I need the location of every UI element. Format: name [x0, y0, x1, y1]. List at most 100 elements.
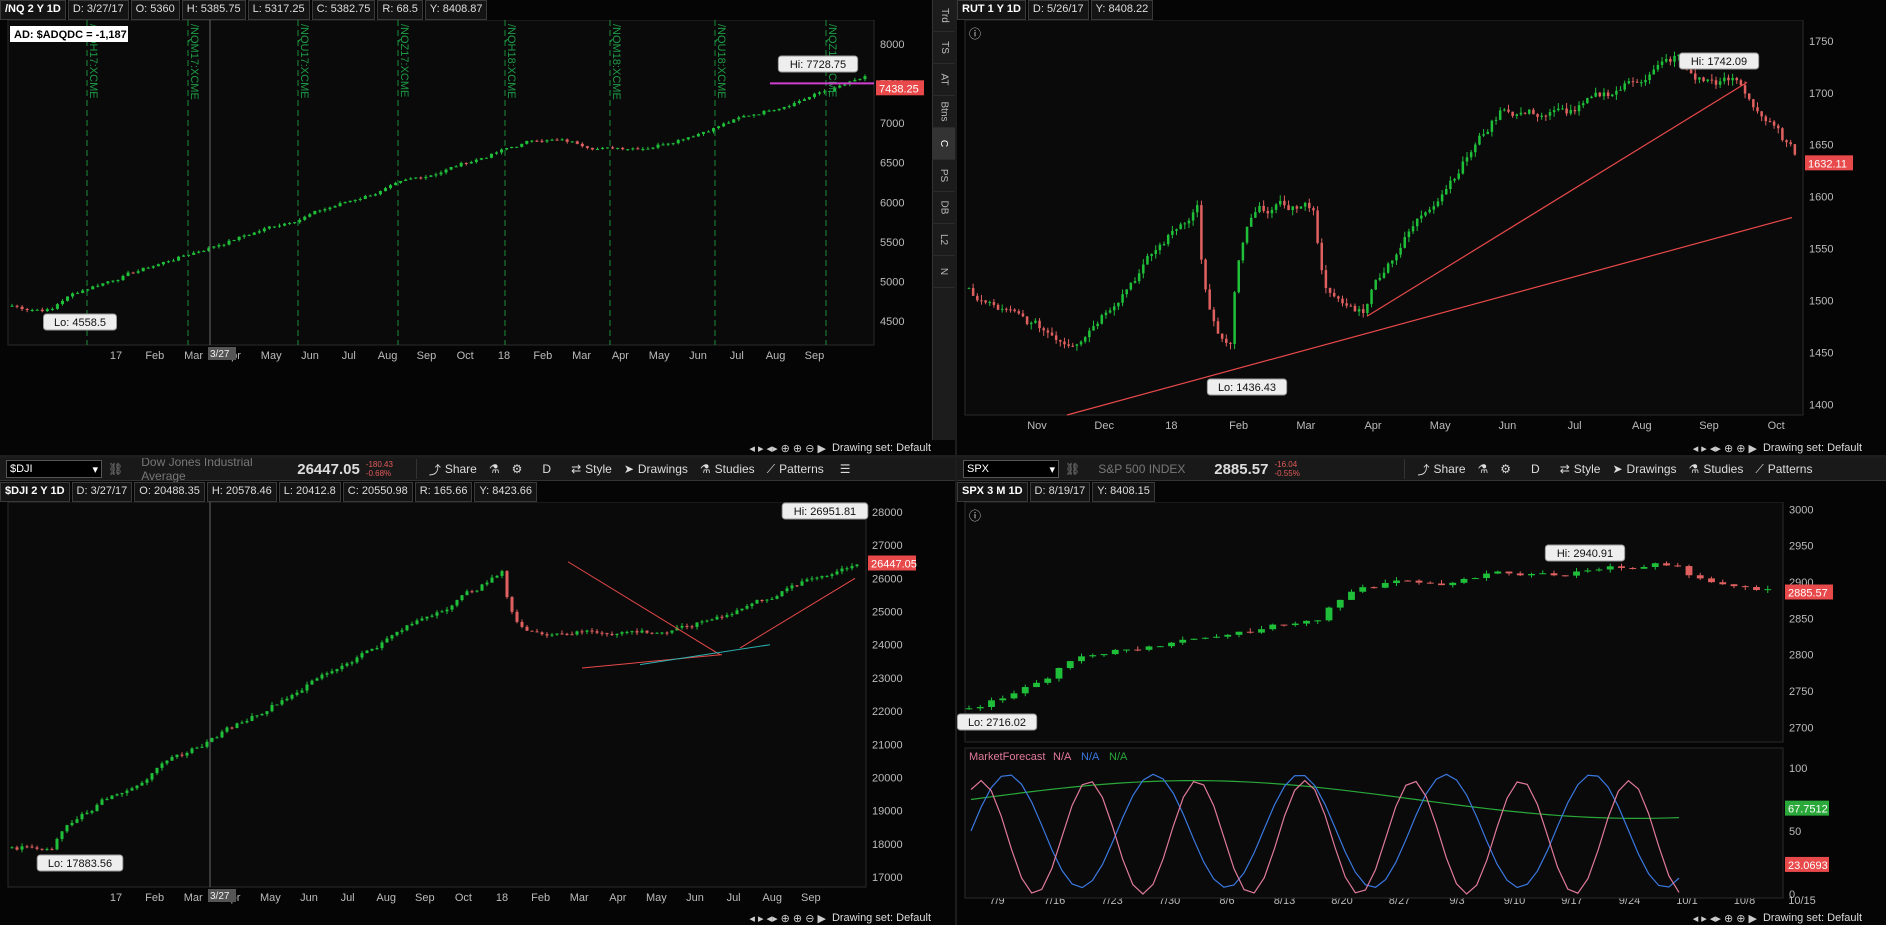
- symbol-label[interactable]: $DJI 2 Y 1D: [0, 482, 70, 502]
- side-tab-ts[interactable]: TS: [933, 32, 955, 64]
- candle-body: [126, 272, 130, 276]
- side-tab-ps[interactable]: PS: [933, 160, 955, 192]
- low-label: Lo: 2716.02: [968, 717, 1026, 729]
- y-tick-label: 28000: [872, 507, 903, 519]
- drawing-set-label[interactable]: Drawing set: Default: [832, 442, 931, 454]
- symbol-selector[interactable]: SPX ▾: [963, 460, 1059, 478]
- side-tab-btns[interactable]: Btns: [933, 96, 955, 128]
- nq-chart[interactable]: 8000750070006500600055005000450017FebMar…: [0, 20, 930, 440]
- candle-body: [1550, 573, 1558, 576]
- y-tick-label: 26000: [872, 573, 903, 585]
- nav-icons[interactable]: ◂ ▸ ◂▸ ⊕ ⊕ ▶: [1693, 442, 1757, 455]
- dji-chart[interactable]: 28000 27000 26000 25000 24000 23000 22000 21000…: [0, 502, 930, 910]
- candle-body: [505, 148, 509, 150]
- candle-body: [293, 222, 297, 224]
- drawing-set-label[interactable]: Drawing set: Default: [832, 912, 931, 924]
- flask-button[interactable]: ⚗: [489, 462, 500, 476]
- candle-body: [1403, 237, 1407, 248]
- drawings-button[interactable]: ➤ Drawings: [1612, 462, 1676, 476]
- patterns-button[interactable]: ⟋ Patterns: [767, 462, 824, 477]
- candle-body: [1050, 332, 1054, 336]
- settings-button[interactable]: ⚙: [1500, 462, 1511, 476]
- candle-body: [520, 621, 524, 627]
- settings-button[interactable]: ⚙: [512, 462, 523, 476]
- symbol-selector[interactable]: $DJI ▾: [6, 460, 102, 478]
- price-tag-label: 2885.57: [1788, 587, 1828, 599]
- drawings-button[interactable]: ➤ Drawings: [624, 462, 688, 476]
- y-tick-label: 2700: [1789, 722, 1813, 734]
- candle-body: [1453, 178, 1456, 181]
- symbol-label[interactable]: /NQ 2 Y 1D: [0, 0, 66, 20]
- aggregation-button[interactable]: D: [542, 462, 551, 476]
- candle-body: [1044, 678, 1052, 683]
- side-tab-at[interactable]: AT: [933, 64, 955, 96]
- side-tab-l2[interactable]: L2: [933, 224, 955, 256]
- candle-body: [645, 630, 649, 633]
- spx-chart[interactable]: 30002950290028502800275027007/9 7/16 7/23 7…: [957, 502, 1862, 910]
- share-button[interactable]: ⤴ Share: [1417, 461, 1465, 478]
- candle-body: [430, 615, 434, 617]
- candle-body: [20, 846, 24, 850]
- candle-body: [727, 122, 731, 124]
- drawings-label: Drawings: [637, 462, 688, 476]
- candle-body: [106, 281, 110, 284]
- link-icon[interactable]: ⛓: [1065, 462, 1080, 476]
- drawing-set-label[interactable]: Drawing set: Default: [1763, 912, 1862, 924]
- nav-icons[interactable]: ◂ ▸ ◂▸ ⊕ ⊕ ⊖ ▶: [749, 442, 826, 455]
- aggregation-button[interactable]: D: [1531, 462, 1540, 476]
- style-button[interactable]: ⇄ Style: [571, 462, 612, 476]
- patterns-button[interactable]: ⟋ Patterns: [1755, 462, 1812, 477]
- flask-button[interactable]: ⚗: [1478, 462, 1489, 476]
- candle-body: [1644, 79, 1647, 83]
- style-button[interactable]: ⇄ Style: [1560, 462, 1601, 476]
- symbol-label[interactable]: RUT 1 Y 1D: [957, 0, 1026, 20]
- candle-body: [1089, 655, 1097, 657]
- candle-body: [450, 605, 454, 610]
- candle-body: [195, 747, 199, 749]
- candle-body: [565, 633, 569, 635]
- studies-button[interactable]: ⚗ Studies: [1689, 462, 1744, 476]
- plot-area: [964, 20, 1804, 416]
- symbol-input[interactable]: $DJI: [10, 463, 33, 475]
- studies-button[interactable]: ⚗ Studies: [700, 462, 755, 476]
- x-tick-label: Apr: [612, 350, 629, 362]
- chevron-down-icon[interactable]: ▾: [1049, 463, 1055, 476]
- candle-body: [845, 568, 849, 570]
- y-tick-label: 5000: [880, 277, 904, 289]
- candle-body: [348, 200, 352, 203]
- flask-icon: ⚗: [699, 462, 711, 476]
- chevron-down-icon[interactable]: ▾: [92, 463, 98, 476]
- x-tick-label: May: [649, 350, 670, 362]
- side-tab-db[interactable]: DB: [933, 192, 955, 224]
- y-tick-label: 1700: [1809, 88, 1833, 100]
- candle-body: [1108, 310, 1112, 313]
- high-label: Hi: 26951.81: [794, 506, 856, 518]
- candle-body: [1527, 109, 1531, 114]
- candle-body: [1168, 642, 1175, 647]
- candle-body: [419, 177, 423, 179]
- side-tab-trd[interactable]: Trd: [933, 0, 955, 32]
- link-icon[interactable]: ⛓: [108, 462, 123, 476]
- menu-button[interactable]: ☰: [840, 462, 851, 476]
- x-tick-label: Feb: [1229, 420, 1248, 432]
- rut-chart[interactable]: 1750 1700 1650 1600 1550 1500 1450 1400 Nov Dec 18…: [957, 20, 1862, 440]
- candle-body: [96, 285, 100, 287]
- share-button[interactable]: ⤴ Share: [429, 461, 477, 478]
- instrument-name: Dow Jones Industrial Average: [141, 458, 253, 483]
- candle-body: [1096, 323, 1099, 327]
- candle-body: [1747, 93, 1751, 100]
- close-value: C: 5382.75: [311, 0, 376, 20]
- symbol-label[interactable]: SPX 3 M 1D: [957, 482, 1028, 502]
- nav-icons[interactable]: ◂ ▸ ◂▸ ⊕ ⊕ ⊖ ▶: [749, 912, 826, 925]
- drawing-set-label[interactable]: Drawing set: Default: [1763, 442, 1862, 454]
- symbol-input[interactable]: SPX: [967, 463, 989, 475]
- side-tab-c[interactable]: C: [933, 128, 955, 160]
- study-tag-green-label: 67.7512: [1788, 804, 1828, 816]
- nav-icons[interactable]: ◂ ▸ ◂▸ ⊕ ⊕ ▶: [1693, 912, 1757, 925]
- x-tick-label: Oct: [1768, 420, 1785, 432]
- side-tab-n[interactable]: N: [933, 256, 955, 288]
- price-tag-label: 7438.25: [879, 83, 919, 95]
- candle-body: [155, 767, 159, 774]
- candle-body: [300, 690, 304, 693]
- candle-body: [535, 140, 539, 142]
